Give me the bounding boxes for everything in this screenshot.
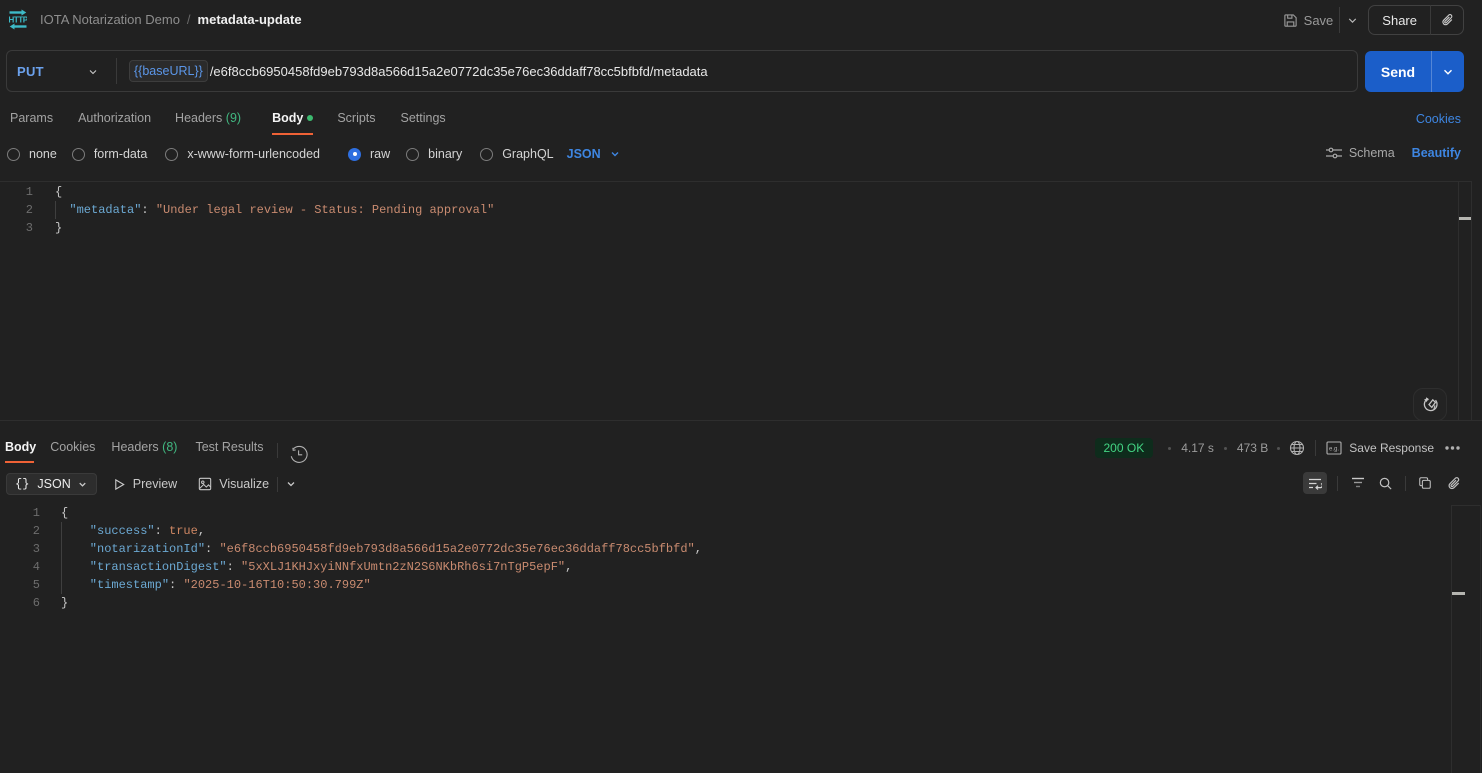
- svg-text:e.g.: e.g.: [1329, 447, 1339, 453]
- svg-text:HTTP: HTTP: [9, 16, 27, 25]
